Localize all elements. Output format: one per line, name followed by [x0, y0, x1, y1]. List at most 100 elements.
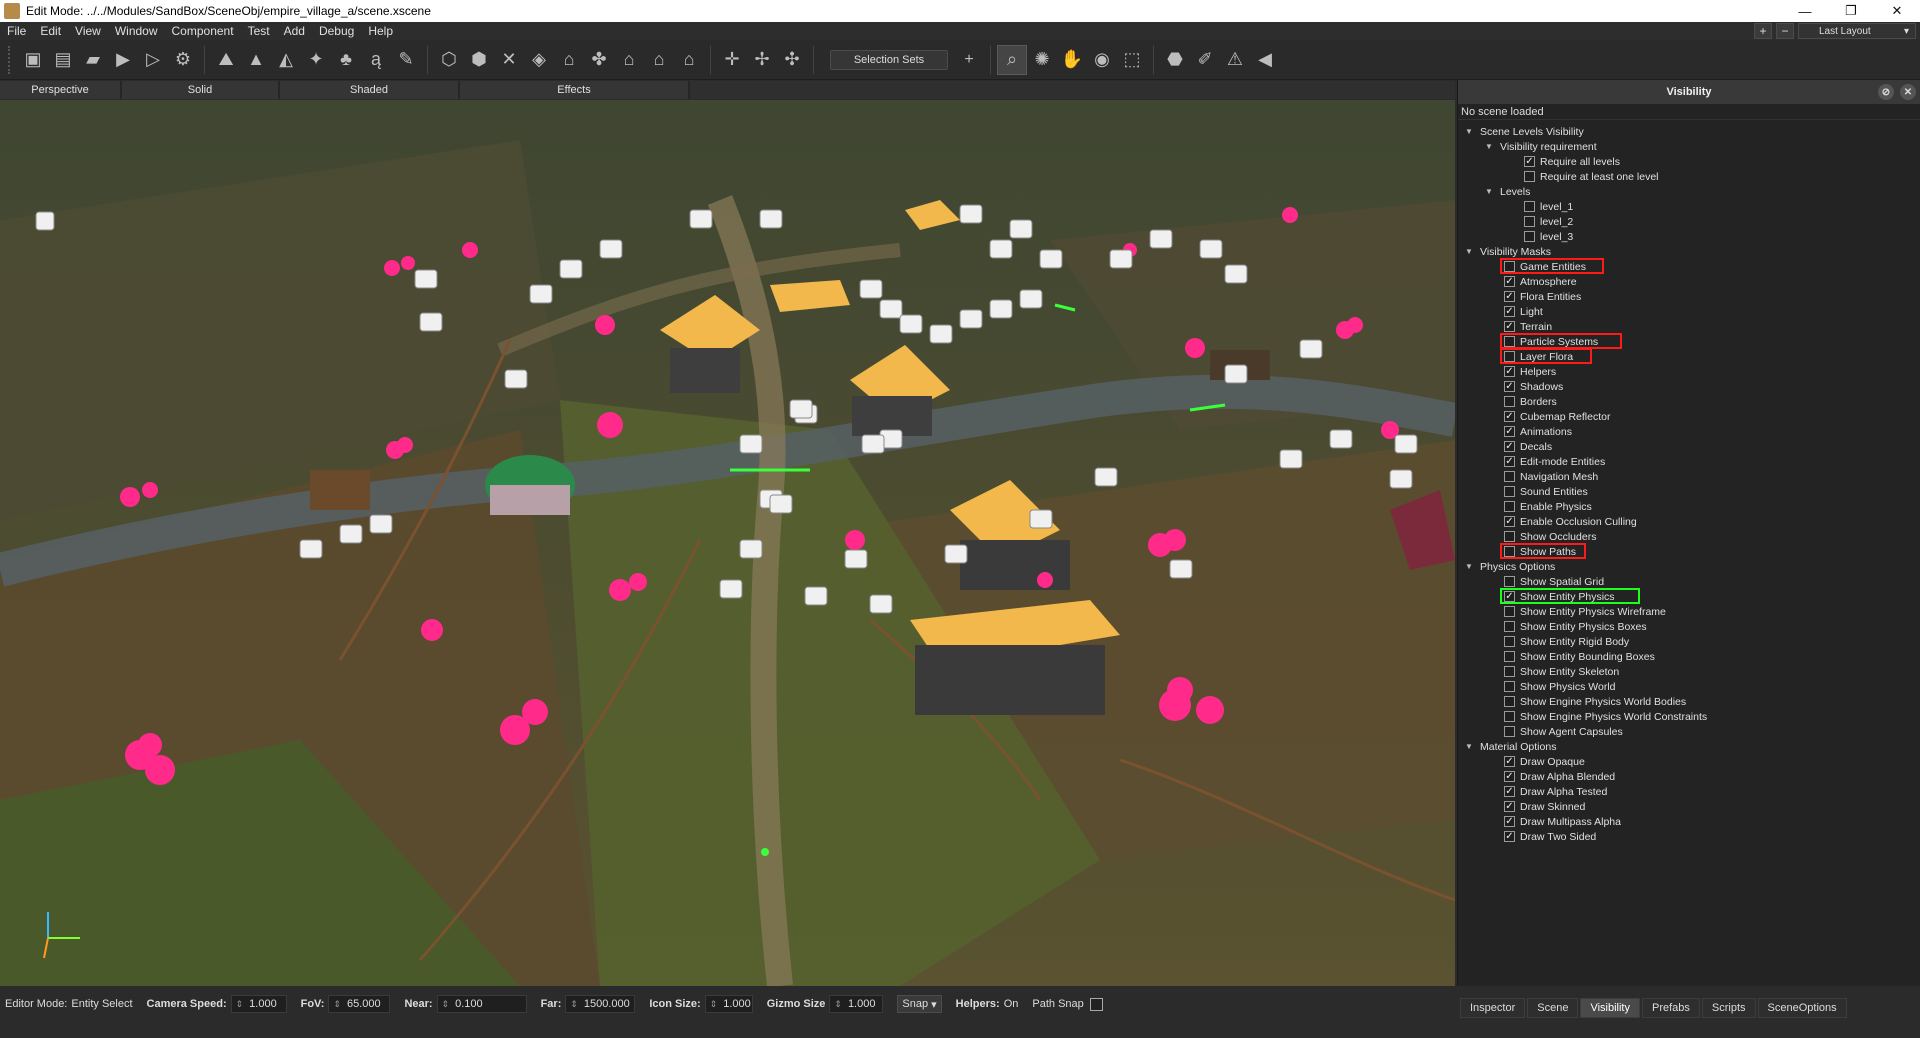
- checkbox[interactable]: ✓: [1504, 816, 1515, 827]
- expand-arrow-icon[interactable]: ▼: [1464, 742, 1474, 751]
- checkbox[interactable]: [1504, 636, 1515, 647]
- brush-icon[interactable]: ✎: [391, 45, 421, 75]
- maximize-button[interactable]: ❐: [1828, 0, 1874, 22]
- checkbox[interactable]: [1504, 711, 1515, 722]
- near-input[interactable]: ⇕ 0.100: [436, 995, 527, 1013]
- spinner-icon[interactable]: ⇕: [834, 999, 842, 1010]
- tree-icon[interactable]: ♣: [331, 45, 361, 75]
- checkbox[interactable]: [1504, 606, 1515, 617]
- tree-option[interactable]: ✓ Flora Entities: [1458, 289, 1920, 304]
- checkbox[interactable]: ✓: [1504, 771, 1515, 782]
- checkbox[interactable]: [1504, 651, 1515, 662]
- box-icon[interactable]: ◈: [524, 45, 554, 75]
- checkbox[interactable]: [1504, 486, 1515, 497]
- tree-option[interactable]: Show Occluders: [1458, 529, 1920, 544]
- tab-sceneoptions[interactable]: SceneOptions: [1757, 998, 1847, 1018]
- checkbox[interactable]: [1504, 531, 1515, 542]
- menu-component[interactable]: Component: [165, 24, 241, 38]
- checkbox[interactable]: [1504, 471, 1515, 482]
- menu-add[interactable]: Add: [277, 24, 312, 38]
- checkbox[interactable]: ✓: [1504, 786, 1515, 797]
- tab-scripts[interactable]: Scripts: [1701, 998, 1756, 1018]
- tree-option[interactable]: ✓ Draw Opaque: [1458, 754, 1920, 769]
- checkbox[interactable]: [1504, 396, 1515, 407]
- checkbox[interactable]: [1504, 726, 1515, 737]
- checkbox[interactable]: ✓: [1504, 411, 1515, 422]
- checkbox[interactable]: ✓: [1504, 321, 1515, 332]
- tree-section[interactable]: ▼ Scene Levels Visibility: [1458, 124, 1920, 139]
- close-icon[interactable]: ✕: [1900, 84, 1916, 100]
- checkbox[interactable]: ✓: [1504, 831, 1515, 842]
- new-scene-icon[interactable]: ▣: [18, 45, 48, 75]
- checkbox[interactable]: [1504, 501, 1515, 512]
- checkbox[interactable]: ✓: [1504, 516, 1515, 527]
- spinner-icon[interactable]: ⇕: [236, 999, 244, 1010]
- tree-option[interactable]: ✓ Shadows: [1458, 379, 1920, 394]
- add-layout-button[interactable]: +: [1754, 23, 1772, 39]
- tree-option[interactable]: Show Entity Physics Boxes: [1458, 619, 1920, 634]
- menu-test[interactable]: Test: [241, 24, 277, 38]
- tree-option[interactable]: ✓ Cubemap Reflector: [1458, 409, 1920, 424]
- tree-option[interactable]: ✓ Terrain: [1458, 319, 1920, 334]
- tree-option[interactable]: Navigation Mesh: [1458, 469, 1920, 484]
- icon-size-input[interactable]: ⇕ 1.000: [704, 995, 753, 1013]
- tree-section[interactable]: ▼ Material Options: [1458, 739, 1920, 754]
- checkbox[interactable]: ✓: [1524, 156, 1535, 167]
- tab-visibility[interactable]: Visibility: [1580, 998, 1640, 1018]
- terrain-icon[interactable]: ⛰: [211, 45, 241, 75]
- checkbox[interactable]: [1524, 201, 1535, 212]
- minimize-button[interactable]: —: [1782, 0, 1828, 22]
- checkbox[interactable]: [1504, 666, 1515, 677]
- tree-option[interactable]: level_3: [1458, 229, 1920, 244]
- mode-perspective[interactable]: Perspective: [0, 81, 122, 99]
- cube-icon[interactable]: ⬡: [434, 45, 464, 75]
- tree-option[interactable]: Sound Entities: [1458, 484, 1920, 499]
- rotate-icon[interactable]: ✢: [747, 45, 777, 75]
- checkbox[interactable]: ✓: [1504, 801, 1515, 812]
- tree-option[interactable]: Layer Flora: [1458, 348, 1920, 364]
- checkbox[interactable]: ✓: [1504, 456, 1515, 467]
- globe-gear-icon[interactable]: ✺: [1027, 45, 1057, 75]
- tree-option[interactable]: ✓ Decals: [1458, 439, 1920, 454]
- physics-icon[interactable]: ⬣: [1160, 45, 1190, 75]
- scale-icon[interactable]: ✣: [777, 45, 807, 75]
- tree-option[interactable]: ✓ Animations: [1458, 424, 1920, 439]
- play-icon[interactable]: ▶: [108, 45, 138, 75]
- tree-option[interactable]: Show Agent Capsules: [1458, 724, 1920, 739]
- spinner-icon[interactable]: ⇕: [442, 999, 450, 1010]
- tree-option[interactable]: Show Engine Physics World Bodies: [1458, 694, 1920, 709]
- open-folder-icon[interactable]: ▰: [78, 45, 108, 75]
- sound-icon[interactable]: ◀: [1250, 45, 1280, 75]
- expand-arrow-icon[interactable]: ▼: [1484, 142, 1494, 151]
- far-input[interactable]: ⇕ 1500.000: [565, 995, 636, 1013]
- gizmo-size-input[interactable]: ⇕ 1.000: [829, 995, 884, 1013]
- tree-option[interactable]: ✓ Edit-mode Entities: [1458, 454, 1920, 469]
- mode-effects[interactable]: Effects: [460, 81, 690, 99]
- tree-option[interactable]: ✓ Show Entity Physics: [1458, 588, 1920, 604]
- mode-shaded[interactable]: Shaded: [280, 81, 460, 99]
- remove-layout-button[interactable]: −: [1776, 23, 1794, 39]
- tree-section[interactable]: ▼ Visibility Masks: [1458, 244, 1920, 259]
- move-icon[interactable]: ✛: [717, 45, 747, 75]
- spinner-icon[interactable]: ⇕: [333, 999, 341, 1010]
- cube-add-icon[interactable]: ⬢: [464, 45, 494, 75]
- expand-arrow-icon[interactable]: ▼: [1484, 187, 1494, 196]
- tree-option[interactable]: Particle Systems: [1458, 333, 1920, 349]
- checkbox[interactable]: ✓: [1504, 291, 1515, 302]
- checkbox[interactable]: [1524, 171, 1535, 182]
- tree-option[interactable]: level_2: [1458, 214, 1920, 229]
- snap-dropdown[interactable]: Snap ▾: [897, 995, 942, 1013]
- pin-icon[interactable]: ⊘: [1878, 84, 1894, 100]
- tree-option[interactable]: Show Spatial Grid: [1458, 574, 1920, 589]
- menu-help[interactable]: Help: [361, 24, 400, 38]
- menu-edit[interactable]: Edit: [33, 24, 68, 38]
- menu-file[interactable]: File: [0, 24, 33, 38]
- checkbox[interactable]: ✓: [1504, 441, 1515, 452]
- close-button[interactable]: ✕: [1874, 0, 1920, 22]
- tree-option[interactable]: ✓ Draw Skinned: [1458, 799, 1920, 814]
- checkbox[interactable]: ✓: [1504, 366, 1515, 377]
- checkbox[interactable]: ✓: [1504, 381, 1515, 392]
- layout-dropdown[interactable]: Last Layout ▾: [1798, 23, 1916, 39]
- building-icon[interactable]: ⌂: [614, 45, 644, 75]
- camera-speed-input[interactable]: ⇕ 1.000: [230, 995, 287, 1013]
